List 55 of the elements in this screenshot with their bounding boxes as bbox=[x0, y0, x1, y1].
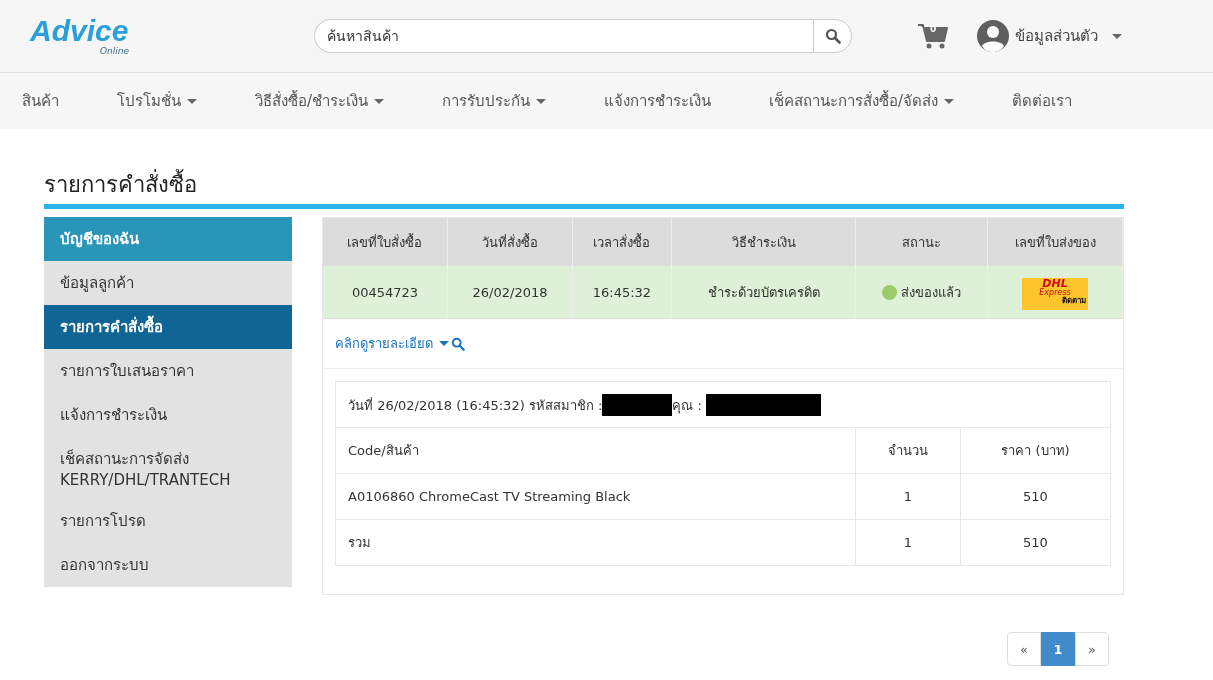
sidebar-item[interactable]: เช็คสถานะการจัดส่ง KERRY/DHL/TRANTECH bbox=[44, 437, 292, 499]
search-icon bbox=[451, 336, 465, 351]
nav-link[interactable]: ติดต่อเรา bbox=[1012, 89, 1073, 113]
details-link[interactable]: คลิกดูรายละเอียด bbox=[335, 333, 433, 354]
search-field[interactable]: ค้นหาสินค้า bbox=[314, 19, 813, 53]
column-header: เลขที่ใบส่งของ bbox=[987, 218, 1123, 266]
tracking-logo-button[interactable]: DHL Express ติดตาม bbox=[1022, 277, 1088, 310]
caret-icon bbox=[439, 341, 449, 346]
cart-icon bbox=[917, 22, 949, 50]
table-cell: 26/02/2018 bbox=[447, 266, 573, 319]
table-cell: 510 bbox=[960, 519, 1111, 566]
column-header: สถานะ bbox=[855, 218, 988, 266]
page-button[interactable]: 1 bbox=[1041, 632, 1075, 666]
customer-label: คุณ : bbox=[672, 397, 702, 412]
sidebar-item[interactable]: รายการโปรด bbox=[44, 499, 292, 543]
sidebar-heading: บัญชีของฉัน bbox=[44, 217, 292, 261]
column-header: วันที่สั่งซื้อ bbox=[447, 218, 573, 266]
column-header: จำนวน bbox=[855, 427, 961, 474]
nav-link[interactable]: สินค้า bbox=[22, 89, 59, 113]
cart-button[interactable]: 0 bbox=[917, 22, 949, 50]
column-header: ราคา (บาท) bbox=[960, 427, 1111, 474]
column-header: เลขที่ใบสั่งซื้อ bbox=[323, 218, 448, 266]
sidebar-item[interactable]: รายการใบเสนอราคา bbox=[44, 349, 292, 393]
nav-link[interactable]: เช็คสถานะการสั่งซื้อ/จัดส่ง bbox=[769, 89, 955, 113]
table-cell: รวม bbox=[335, 519, 856, 566]
table-cell: ชำระด้วยบัตรเครดิต bbox=[671, 266, 856, 319]
nav-link[interactable]: โปรโมชั่น bbox=[117, 89, 197, 113]
status-text: ส่งของแล้ว bbox=[901, 284, 962, 300]
search-button[interactable] bbox=[813, 19, 852, 53]
sidebar-item[interactable]: รายการคำสั่งซื้อ bbox=[44, 305, 292, 349]
sidebar-item[interactable]: แจ้งการชำระเงิน bbox=[44, 393, 292, 437]
sidebar-item[interactable]: ออกจากระบบ bbox=[44, 543, 292, 587]
nav-link[interactable]: แจ้งการชำระเงิน bbox=[604, 89, 712, 113]
redaction-bar bbox=[602, 393, 673, 416]
table-cell: 00454723 bbox=[323, 266, 448, 319]
column-header: วิธีชำระเงิน bbox=[671, 218, 856, 266]
user-avatar-icon bbox=[977, 20, 1009, 52]
nav-link[interactable]: การรับประกัน bbox=[442, 89, 547, 113]
advice-logo[interactable]: Advice Online bbox=[30, 16, 140, 56]
column-header: เวลาสั่งซื้อ bbox=[572, 218, 672, 266]
search-icon bbox=[824, 28, 841, 44]
order-info-text: วันที่ 26/02/2018 (16:45:32) รหัสสมาชิก : bbox=[348, 397, 603, 412]
nav-link[interactable]: วิธีสั่งซื้อ/ชำระเงิน bbox=[255, 89, 385, 113]
table-cell: 1 bbox=[855, 519, 961, 566]
sidebar-item[interactable]: ข้อมูลลูกค้า bbox=[44, 261, 292, 305]
table-cell: 16:45:32 bbox=[572, 266, 672, 319]
caret-icon bbox=[1112, 33, 1122, 39]
cart-count: 0 bbox=[930, 24, 937, 34]
account-menu[interactable]: ข้อมูลส่วนตัว bbox=[977, 20, 1122, 52]
next-page-button[interactable]: » bbox=[1075, 632, 1109, 666]
table-cell: A0106860 ChromeCast TV Streaming Black bbox=[335, 473, 856, 520]
table-cell: 1 bbox=[855, 473, 961, 520]
table-cell: 510 bbox=[960, 473, 1111, 520]
page-title: รายการคำสั่งซื้อ bbox=[44, 167, 1124, 209]
column-header: Code/สินค้า bbox=[335, 427, 856, 474]
